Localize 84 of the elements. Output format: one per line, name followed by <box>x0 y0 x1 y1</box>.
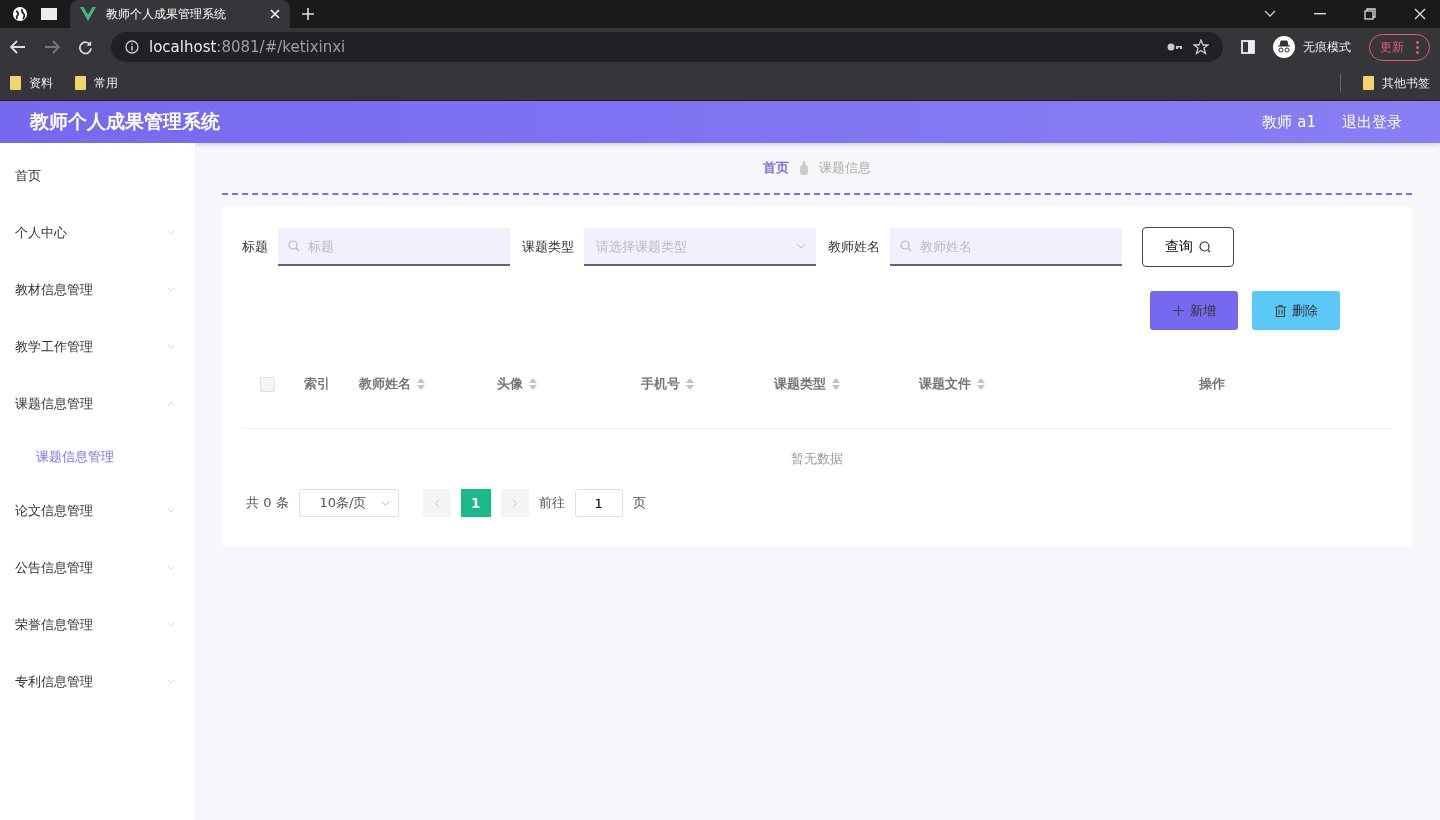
query-button[interactable]: 查询 <box>1142 227 1234 267</box>
menu-item[interactable]: 公告信息管理 <box>0 539 195 596</box>
chevron-icon <box>167 401 175 406</box>
globe-icon[interactable] <box>12 6 28 22</box>
delete-button[interactable]: 删除 <box>1252 291 1340 330</box>
field-label: 课题类型 <box>522 238 574 256</box>
chevron-icon <box>167 565 175 570</box>
hand-icon <box>799 161 809 175</box>
goto-page-field[interactable]: 1 <box>574 489 623 517</box>
column-header[interactable]: 课题文件 <box>919 375 971 393</box>
submenu-item[interactable]: 课题信息管理 <box>0 432 195 482</box>
search-field[interactable]: 教师姓名 <box>890 228 1122 266</box>
select-field[interactable]: 请选择课题类型 <box>584 228 816 266</box>
column-header[interactable]: 手机号 <box>640 375 680 393</box>
menu-item[interactable]: 首页 <box>0 147 195 204</box>
window-icon[interactable] <box>40 7 58 21</box>
close-icon[interactable] <box>1414 8 1426 20</box>
select-all-checkbox[interactable] <box>259 376 275 392</box>
search-icon <box>1199 241 1211 253</box>
reload-icon[interactable] <box>78 39 93 55</box>
column-header: 索引 <box>304 375 330 393</box>
back-arrow-icon[interactable] <box>10 40 26 54</box>
menu-item[interactable]: 课题信息管理 <box>0 375 195 432</box>
select-input[interactable]: 请选择课题类型 <box>594 237 790 255</box>
search-field[interactable]: 标题 <box>278 228 510 266</box>
menu-item[interactable]: 个人中心 <box>0 204 195 261</box>
search-icon <box>288 240 300 252</box>
column-header[interactable]: 教师姓名 <box>359 375 411 393</box>
folder-icon <box>1363 76 1374 90</box>
chevron-down-icon <box>796 243 806 249</box>
field-label: 教师姓名 <box>828 238 880 256</box>
url-text: localhost:8081/#/ketixinxi <box>149 38 346 56</box>
new-tab-icon[interactable] <box>302 8 314 20</box>
chevron-left-icon <box>433 498 440 508</box>
incognito-icon <box>1273 36 1295 58</box>
vue-logo-icon <box>80 7 96 21</box>
more-vertical-icon <box>1416 40 1419 54</box>
trash-icon <box>1274 304 1286 317</box>
bookmark-folder[interactable]: 常用 <box>75 74 118 92</box>
total-count: 共 0 条 <box>246 494 289 512</box>
chevron-icon <box>167 679 175 684</box>
breadcrumb-item: 课题信息 <box>819 159 871 177</box>
folder-icon <box>10 76 21 90</box>
address-bar[interactable]: localhost:8081/#/ketixinxi <box>111 32 1223 62</box>
folder-icon <box>75 76 86 90</box>
chevron-right-icon <box>511 498 518 508</box>
page-unit: 页 <box>632 494 646 512</box>
breadcrumb-item[interactable]: 首页 <box>763 159 789 177</box>
bookmark-folder[interactable]: 资料 <box>10 74 53 92</box>
chevron-down-icon[interactable] <box>1264 10 1276 18</box>
chevron-icon <box>167 508 175 513</box>
user-name: 教师 a1 <box>1262 112 1316 132</box>
field-label: 标题 <box>242 238 268 256</box>
search-input[interactable]: 标题 <box>306 237 500 255</box>
bookmark-folder[interactable]: 其他书签 <box>1363 74 1430 92</box>
plus-icon <box>1172 305 1184 316</box>
forward-arrow-icon[interactable] <box>44 40 60 54</box>
search-input[interactable]: 教师姓名 <box>918 237 1112 255</box>
chevron-icon <box>167 287 175 292</box>
incognito-indicator[interactable]: 无痕模式 <box>1273 36 1351 58</box>
chevron-down-icon <box>380 500 390 506</box>
page-size-select[interactable]: 10条/页 <box>298 489 399 517</box>
search-icon <box>900 240 912 252</box>
browser-tab[interactable]: 教师个人成果管理系统 <box>70 0 290 28</box>
chevron-icon <box>167 230 175 235</box>
star-icon[interactable] <box>1193 39 1209 55</box>
info-icon <box>125 40 139 54</box>
chevron-icon <box>167 344 175 349</box>
menu-item[interactable]: 专利信息管理 <box>0 653 195 710</box>
minimize-icon[interactable] <box>1314 13 1326 15</box>
empty-table-text: 暂无数据 <box>791 450 843 468</box>
menu-item[interactable]: 教材信息管理 <box>0 261 195 318</box>
app-title: 教师个人成果管理系统 <box>30 109 220 134</box>
column-header[interactable]: 头像 <box>497 375 523 393</box>
side-panel-icon[interactable] <box>1241 40 1255 54</box>
chevron-icon <box>167 622 175 627</box>
column-header[interactable]: 课题类型 <box>774 375 826 393</box>
restore-icon[interactable] <box>1364 8 1376 20</box>
menu-item[interactable]: 荣誉信息管理 <box>0 596 195 653</box>
goto-label: 前往 <box>538 494 565 512</box>
menu-item[interactable]: 论文信息管理 <box>0 482 195 539</box>
column-header: 操作 <box>1199 375 1225 393</box>
menu-item[interactable]: 教学工作管理 <box>0 318 195 375</box>
key-icon[interactable] <box>1167 42 1183 52</box>
